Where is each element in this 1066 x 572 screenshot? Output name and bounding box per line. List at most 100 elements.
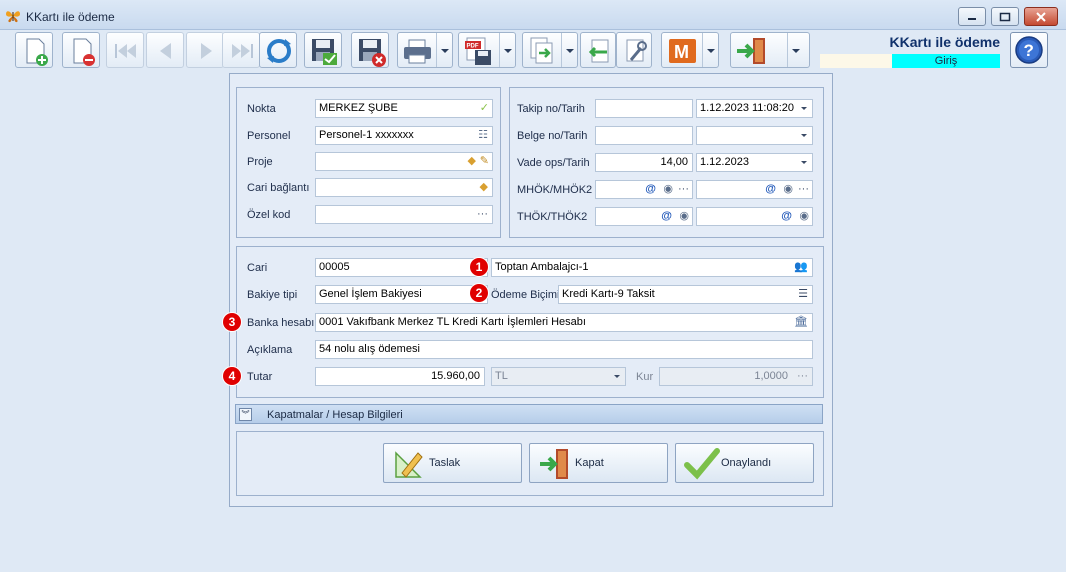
prev-record-button[interactable] [146,32,184,68]
at-icon[interactable]: @ [645,183,656,196]
export-button[interactable] [522,32,578,68]
ellipsis-button[interactable]: ··· [797,370,808,383]
marker-4: 4 [223,367,241,385]
save-cancel-button[interactable] [351,32,389,68]
onaylandi-button[interactable]: Onaylandı [675,443,814,483]
mhok-label: MHÖK/MHÖK2 [517,184,593,196]
maximize-button[interactable] [991,7,1019,26]
eye-icon[interactable]: ◉ [679,210,689,223]
save-icon [312,39,337,65]
cari-name-value: Toptan Ambalajcı-1 [495,261,589,273]
vade-label: Vade ops/Tarih [517,157,590,169]
butterfly-icon [6,11,20,23]
page-title: KKartı ile ödeme [889,34,1000,50]
tag-icon[interactable]: ◆ [468,155,476,168]
m-dropdown[interactable] [702,33,718,67]
last-icon [232,44,253,58]
aciklama-field[interactable]: 54 nolu alış ödemesi [315,340,813,359]
vade-date-field[interactable]: 1.12.2023 [696,153,813,172]
eye-icon[interactable]: ◉ [663,183,673,196]
at-icon[interactable]: @ [781,210,792,223]
group-icon[interactable]: 👥 [794,261,808,274]
personel-field[interactable]: Personel-1 xxxxxxx ☷ [315,126,493,145]
export-dropdown[interactable] [561,33,577,67]
checkmark-icon [684,448,720,480]
vade-ops-field[interactable]: 14,00 [595,153,693,172]
at-icon[interactable]: @ [765,183,776,196]
mode-badge: Giriş [892,54,1000,68]
delete-button[interactable] [62,32,100,68]
list-icon[interactable]: ☰ [798,288,808,301]
mhok2-field[interactable]: @ ◉ ··· [696,180,813,199]
tutar-field[interactable]: 15.960,00 [315,367,485,386]
cari-baglanti-field[interactable]: ◆ [315,178,493,197]
kapatmalar-section-header[interactable]: ︾ Kapatmalar / Hesap Bilgileri [235,404,823,424]
kapat-button[interactable]: Kapat [529,443,668,483]
ozel-kod-label: Özel kod [247,209,291,221]
takip-no-field[interactable] [595,99,693,118]
ellipsis-button[interactable]: ··· [477,208,488,221]
svg-text:?: ? [1024,41,1034,60]
proje-field[interactable]: ◆ ✎ [315,152,493,171]
expand-chevron-icon[interactable]: ︾ [239,408,252,421]
pdf-dropdown[interactable] [499,33,515,67]
taslak-button[interactable]: Taslak [383,443,522,483]
thok-field[interactable]: @ ◉ [595,207,693,226]
status-bar-left [820,54,892,68]
at-icon[interactable]: @ [661,210,672,223]
banka-field[interactable]: 0001 Vakıfbank Merkez TL Kredi Kartı İşl… [315,313,813,332]
takip-date-field[interactable]: 1.12.2023 11:08:20 [696,99,813,118]
first-record-button[interactable] [106,32,144,68]
svg-text:M: M [674,42,689,62]
belge-date-field[interactable]: . . : : [696,126,813,145]
belge-no-field[interactable] [595,126,693,145]
tag-icon[interactable]: ◆ [480,181,488,194]
m-button[interactable]: M [661,32,719,68]
settings-button[interactable] [616,32,652,68]
kapatmalar-label: Kapatmalar / Hesap Bilgileri [267,409,403,421]
minimize-button[interactable] [958,7,986,26]
help-button[interactable]: ? [1010,32,1048,68]
bakiye-field[interactable]: Genel İşlem Bakiyesi [315,285,488,304]
close-window-button[interactable] [1024,7,1058,26]
person-lookup-icon[interactable]: ☷ [478,129,488,142]
mhok-field[interactable]: @ ◉ ··· [595,180,693,199]
cari-code-field[interactable]: 00005 [315,258,488,277]
thok2-field[interactable]: @ ◉ [696,207,813,226]
note-icon[interactable]: ✎ [480,155,489,168]
delete-doc-icon [73,38,95,66]
odeme-field[interactable]: Kredi Kartı-9 Taksit ☰ [558,285,813,304]
kur-label: Kur [636,371,654,383]
next-record-button[interactable] [186,32,224,68]
tutar-label: Tutar [247,371,273,383]
bank-icon[interactable]: 🏛 [794,316,808,329]
eye-icon[interactable]: ◉ [783,183,793,196]
currency-select[interactable]: TL [491,367,626,386]
thok-label: THÖK/THÖK2 [517,211,588,223]
kur-field[interactable]: 1,0000 ··· [659,367,813,386]
pdf-save-button[interactable]: PDF [458,32,516,68]
eye-icon[interactable]: ◉ [799,210,809,223]
prev-icon [160,43,171,59]
exit-button[interactable] [730,32,810,68]
cari-name-field[interactable]: Toptan Ambalajcı-1 👥 [491,258,813,277]
save-button[interactable] [304,32,342,68]
ellipsis-button[interactable]: ··· [798,183,809,196]
print-button[interactable] [397,32,453,68]
pdf-save-icon: PDF [465,37,491,65]
nokta-field[interactable]: MERKEZ ŞUBE ✓ [315,99,493,118]
cari-baglanti-label: Cari bağlantı [247,182,310,194]
odeme-value: Kredi Kartı-9 Taksit [562,288,655,300]
print-dropdown[interactable] [436,33,452,67]
ozel-kod-field[interactable]: ··· [315,205,493,224]
last-record-button[interactable] [222,32,260,68]
odeme-label: Ödeme Biçimi [491,289,560,301]
new-button[interactable] [15,32,53,68]
refresh-button[interactable] [259,32,297,68]
takip-label: Takip no/Tarih [517,103,585,115]
chevron-down-icon [614,375,620,378]
import-button[interactable] [580,32,616,68]
ellipsis-button[interactable]: ··· [678,183,689,196]
banka-label: Banka hesabı [247,317,315,329]
exit-dropdown[interactable] [787,33,809,67]
